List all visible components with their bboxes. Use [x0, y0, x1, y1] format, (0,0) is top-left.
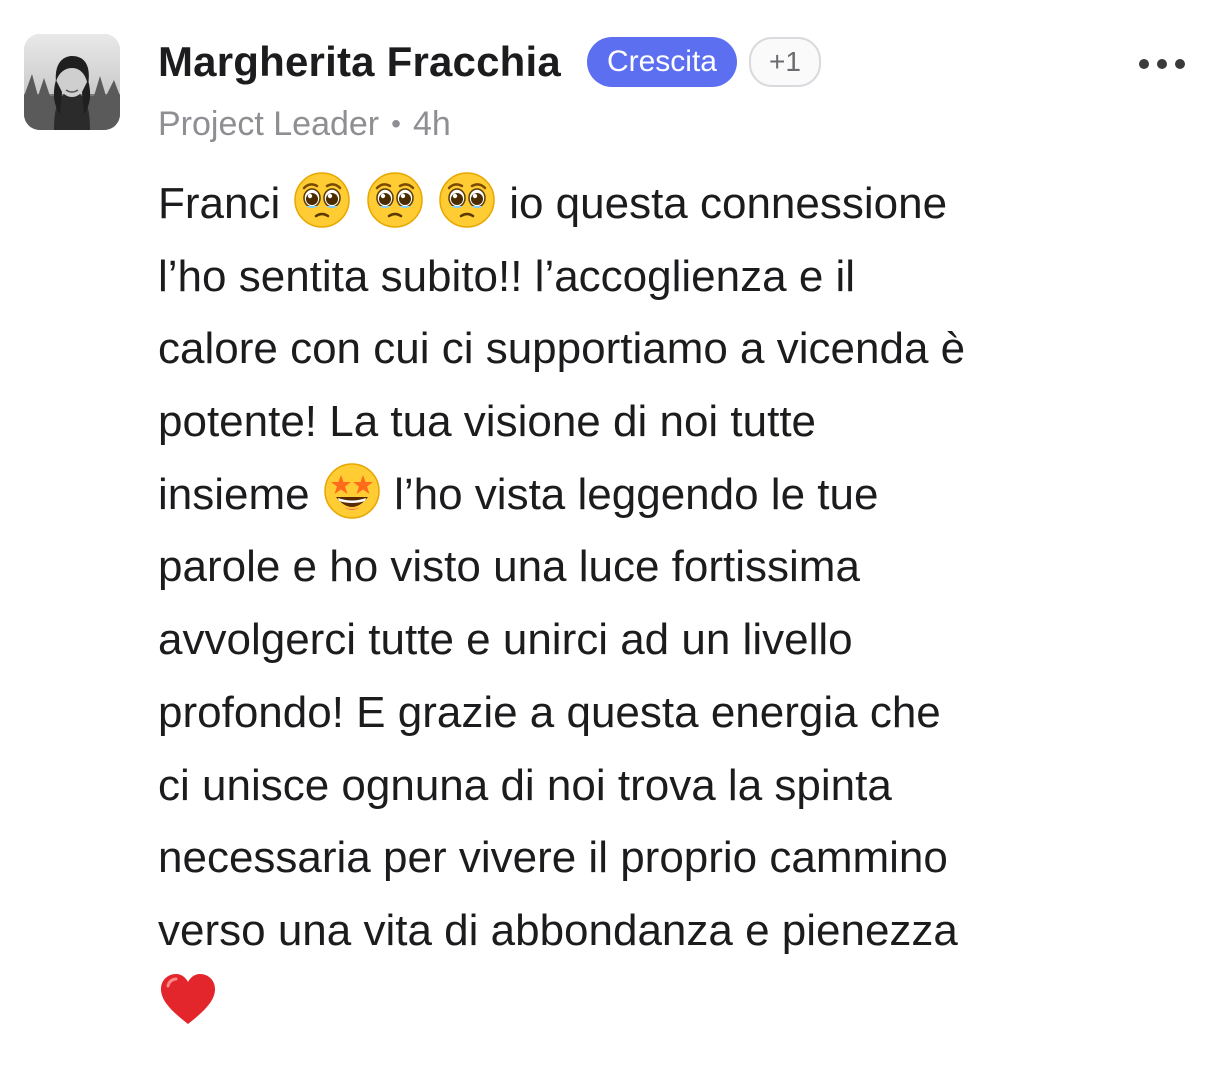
- body-line-8: profondo! E grazie a questa energia che: [158, 687, 941, 737]
- body-line-6: parole e ho visto una luce fortissima: [158, 542, 860, 592]
- body-line-3: calore con cui ci supportiamo a vicenda …: [158, 324, 966, 374]
- post-time[interactable]: 4h: [413, 105, 451, 144]
- body-line-1: Franci io questa connessione: [158, 168, 1198, 241]
- author-name[interactable]: Margherita Fracchia: [158, 38, 561, 86]
- body-text: Franci: [158, 179, 281, 228]
- avatar-photo: [24, 34, 120, 130]
- more-categories-badge[interactable]: +1: [748, 37, 821, 87]
- more-options-button[interactable]: [1134, 44, 1190, 84]
- pleading-face-icon: [437, 170, 497, 230]
- post-meta: Project Leader • 4h: [158, 100, 451, 148]
- pleading-face-icon: [292, 170, 352, 230]
- body-line-2: l’ho sentita subito!! l’accoglienza e il: [158, 251, 856, 301]
- post-card: Margherita Fracchia Crescita +1 Project …: [0, 0, 1228, 1084]
- body-line-9: ci unisce ognuna di noi trova la spinta: [158, 760, 892, 810]
- body-line-7: avvolgerci tutte e unirci ad un livello: [158, 615, 853, 665]
- pleading-face-icon: [365, 170, 425, 230]
- post-body: Franci io questa connessione l’ho sentit…: [158, 168, 1198, 1040]
- post-header: Margherita Fracchia Crescita +1: [158, 36, 821, 88]
- author-avatar[interactable]: [24, 34, 120, 130]
- body-text: insieme: [158, 469, 310, 519]
- body-line-5: insieme l’ho vista leggendo le tue: [158, 459, 1198, 532]
- meta-separator: •: [391, 108, 401, 139]
- ellipsis-icon: [1139, 59, 1185, 69]
- category-badge[interactable]: Crescita: [586, 37, 737, 87]
- star-struck-icon: [322, 461, 382, 521]
- body-line-11: verso una vita di abbondanza e pienezza: [158, 905, 958, 955]
- body-line-12: [158, 968, 1198, 1041]
- body-text: l’ho vista leggendo le tue: [394, 469, 879, 519]
- body-text: io questa connessione: [509, 179, 948, 228]
- body-line-10: necessaria per vivere il proprio cammino: [158, 833, 948, 883]
- author-role: Project Leader: [158, 104, 380, 143]
- body-line-4: potente! La tua visione di noi tutte: [158, 397, 817, 447]
- red-heart-icon: [158, 970, 218, 1030]
